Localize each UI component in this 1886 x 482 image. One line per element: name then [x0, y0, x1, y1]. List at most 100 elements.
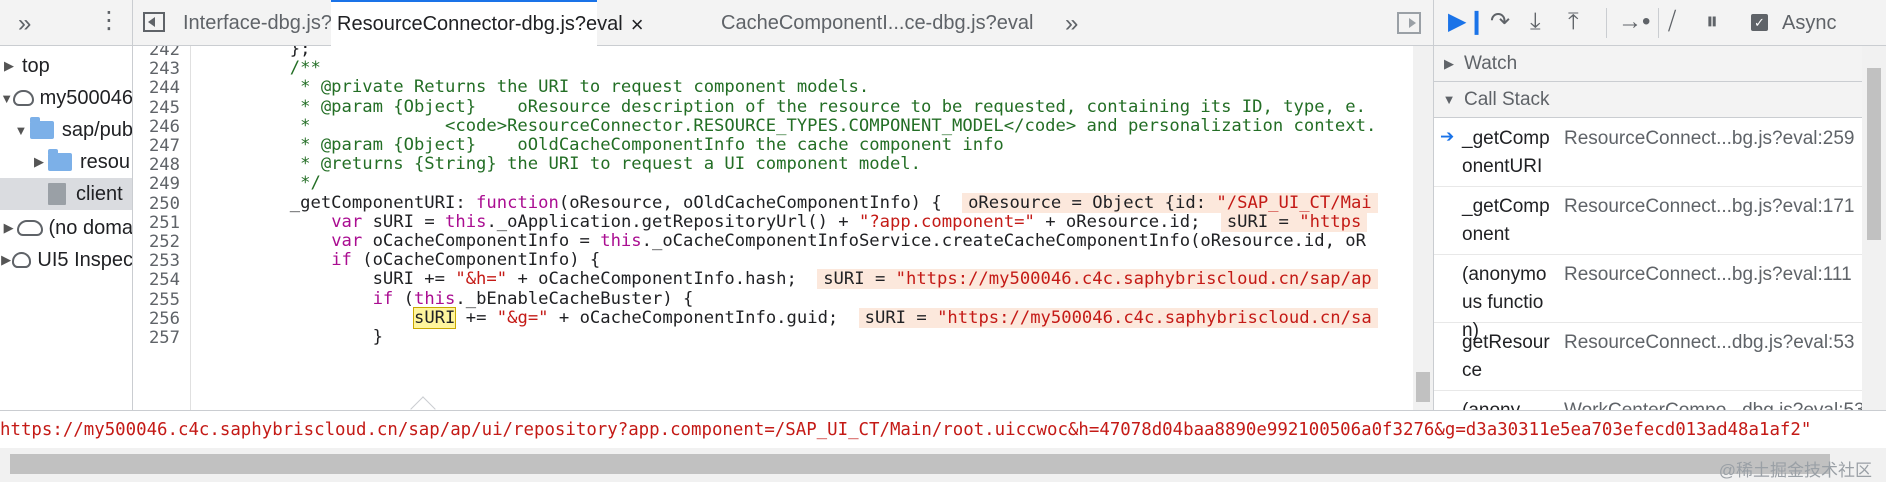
line-number[interactable]: 245	[149, 98, 180, 118]
toolbar-divider	[1606, 8, 1607, 38]
toggle-debugger-sidebar-icon[interactable]	[1397, 12, 1421, 34]
editor-tab-bar: Interface-dbg.js?eval ResourceConnector-…	[133, 0, 1433, 47]
close-tab-icon[interactable]: ×	[631, 12, 644, 38]
more-tabs-icon[interactable]: »	[18, 10, 31, 38]
frame-location-link[interactable]: ResourceConnect...dbg.js?eval:53	[1564, 329, 1854, 357]
tree-item-label: client	[76, 182, 123, 205]
scrollbar-thumb[interactable]	[10, 454, 1830, 474]
line-number[interactable]: 253	[149, 251, 180, 271]
line-number[interactable]: 244	[149, 78, 180, 98]
line-number[interactable]: 250	[149, 194, 180, 214]
step-into-icon[interactable]: ⤓	[1530, 8, 1541, 36]
call-stack-frame[interactable]: getResource ResourceConnect...dbg.js?eval…	[1434, 323, 1862, 391]
tooltip-value: https://my500046.c4c.saphybriscloud.cn/s…	[0, 420, 1812, 440]
call-stack-frame[interactable]: (anony WorkCenterCompo...dbg.js?eval:53	[1434, 391, 1865, 410]
line-number[interactable]: 256	[149, 309, 180, 329]
tree-item-label: resou	[80, 150, 131, 173]
call-stack-frame[interactable]: _getComponent ResourceConnect...bg.js?eva…	[1434, 187, 1862, 255]
collapse-triangle-icon[interactable]: ▼	[12, 123, 30, 138]
file-icon	[48, 183, 66, 205]
step-over-icon[interactable]: ↷	[1490, 8, 1510, 36]
frame-function-name: _getComponent	[1462, 196, 1550, 245]
file-navigator: » ⋮ ▶ top ▼ my500046 ▼ sap/pub ▶ resou client ▶ (n…	[0, 0, 133, 410]
line-number[interactable]: 257	[149, 328, 180, 348]
line-number[interactable]: 254	[149, 270, 180, 290]
deactivate-breakpoints-icon[interactable]: ⧸	[1668, 8, 1676, 36]
frame-function-name: (anony	[1462, 397, 1554, 410]
async-checkbox[interactable]: ✓	[1751, 14, 1768, 31]
expand-triangle-icon: ▶	[1444, 55, 1454, 71]
variable-value-tooltip: https://my500046.c4c.saphybriscloud.cn/s…	[0, 410, 1886, 448]
watch-title: Watch	[1464, 52, 1518, 74]
editor-vertical-scrollbar[interactable]	[1413, 46, 1433, 410]
tree-item-label: UI5 Inspec	[37, 248, 133, 271]
folder-icon	[29, 117, 54, 139]
line-number-gutter[interactable]: 242 243 244 245 246 247 248 249 250 251 252 253 254 2…	[133, 46, 191, 410]
expand-triangle-icon[interactable]: ▶	[30, 154, 48, 170]
tree-item[interactable]: ▶ top	[0, 50, 132, 82]
frame-function-name: getResource	[1462, 332, 1550, 381]
code-editor[interactable]: 242 243 244 245 246 247 248 249 250 251 252 253 254 2…	[133, 46, 1433, 410]
line-number[interactable]: 246	[149, 117, 180, 137]
frame-location-link[interactable]: WorkCenterCompo...dbg.js?eval:53	[1564, 397, 1865, 410]
debugger-sidebar: ▶❙ ↷ ⤓ ⤒ →• ⧸ ⏸ ✓ Async ▶ Watch ▼ Call S…	[1433, 0, 1886, 410]
tree-item[interactable]: ▼ my500046	[0, 82, 133, 114]
cloud-icon	[17, 220, 43, 236]
tree-item[interactable]: ▶ (no doma	[0, 212, 133, 244]
toolbar-divider	[1658, 8, 1659, 38]
line-number[interactable]: 242	[149, 46, 180, 60]
async-label: Async	[1782, 12, 1837, 34]
tab-label: ResourceConnector-dbg.js?eval	[337, 13, 623, 35]
line-number[interactable]: 247	[149, 136, 180, 156]
expand-triangle-icon[interactable]: ▶	[0, 252, 12, 268]
frame-location-link[interactable]: ResourceConnect...bg.js?eval:171	[1564, 193, 1854, 221]
line-number[interactable]: 252	[149, 232, 180, 252]
collapse-triangle-icon: ▼	[1442, 92, 1456, 107]
line-number[interactable]: 243	[149, 59, 180, 79]
tree-item[interactable]: ▶ UI5 Inspec	[0, 244, 133, 276]
sidebar-vertical-scrollbar[interactable]	[1862, 46, 1886, 410]
tree-item[interactable]: client	[0, 178, 132, 210]
tree-item[interactable]: ▼ sap/pub	[0, 114, 132, 146]
current-frame-arrow-icon: ➔	[1440, 127, 1455, 146]
pause-on-exceptions-icon[interactable]: ⏸	[1706, 8, 1718, 36]
collapse-triangle-icon[interactable]: ▼	[0, 91, 13, 106]
resume-icon[interactable]: ▶❙	[1448, 8, 1487, 36]
scrollbar-thumb[interactable]	[1867, 68, 1881, 240]
tree-item-label: my500046	[39, 86, 133, 109]
callstack-pane-header[interactable]: ▼ Call Stack	[1434, 82, 1862, 118]
folder-icon	[48, 149, 72, 171]
watermark: @稀土掘金技术社区	[1718, 461, 1872, 480]
tree-item[interactable]: ▶ resou	[0, 146, 132, 178]
watch-pane-header[interactable]: ▶ Watch	[1434, 46, 1862, 82]
toggle-navigator-icon[interactable]	[143, 12, 165, 32]
tab-label: CacheComponentI...ce-dbg.js?eval	[721, 11, 1034, 34]
horizontal-scrollbar[interactable]	[0, 448, 1886, 482]
callstack-title: Call Stack	[1464, 88, 1550, 110]
debugger-toolbar: ▶❙ ↷ ⤓ ⤒ →• ⧸ ⏸ ✓ Async	[1434, 0, 1886, 46]
frame-location-link[interactable]: ResourceConnect...bg.js?eval:259	[1564, 125, 1854, 153]
line-number[interactable]: 248	[149, 155, 180, 175]
cloud-icon	[12, 252, 32, 268]
cloud-icon	[13, 90, 34, 106]
code-line: }	[207, 327, 383, 347]
tree-item-label: (no doma	[48, 216, 133, 239]
tab-resourceconnector-dbg[interactable]: ResourceConnector-dbg.js?eval ×	[331, 0, 644, 47]
call-stack-frame[interactable]: (anonymous function) ResourceConnect...bg…	[1434, 255, 1862, 341]
kebab-menu-icon[interactable]: ⋮	[97, 8, 121, 34]
scrollbar-thumb[interactable]	[1416, 372, 1430, 402]
tab-interface-dbg[interactable]: Interface-dbg.js?eval	[183, 0, 369, 46]
tab-cachecomponent-dbg[interactable]: CacheComponentI...ce-dbg.js?eval	[721, 0, 1033, 46]
tree-item-label: top	[22, 54, 50, 77]
line-number[interactable]: 249	[149, 174, 180, 194]
step-out-icon[interactable]: ⤒	[1568, 8, 1579, 36]
more-tabs-icon[interactable]: »	[1065, 10, 1078, 38]
line-number[interactable]: 251	[149, 213, 180, 233]
expand-triangle-icon[interactable]: ▶	[0, 220, 17, 236]
frame-function-name: _getComponentURI	[1462, 128, 1550, 177]
step-icon[interactable]: →•	[1618, 8, 1650, 36]
line-number[interactable]: 255	[149, 290, 180, 310]
frame-location-link[interactable]: ResourceConnect...bg.js?eval:111	[1564, 261, 1852, 289]
expand-triangle-icon[interactable]: ▶	[0, 58, 18, 74]
call-stack-frame[interactable]: ➔ _getComponentURI ResourceConnect...bg.js…	[1434, 119, 1862, 187]
